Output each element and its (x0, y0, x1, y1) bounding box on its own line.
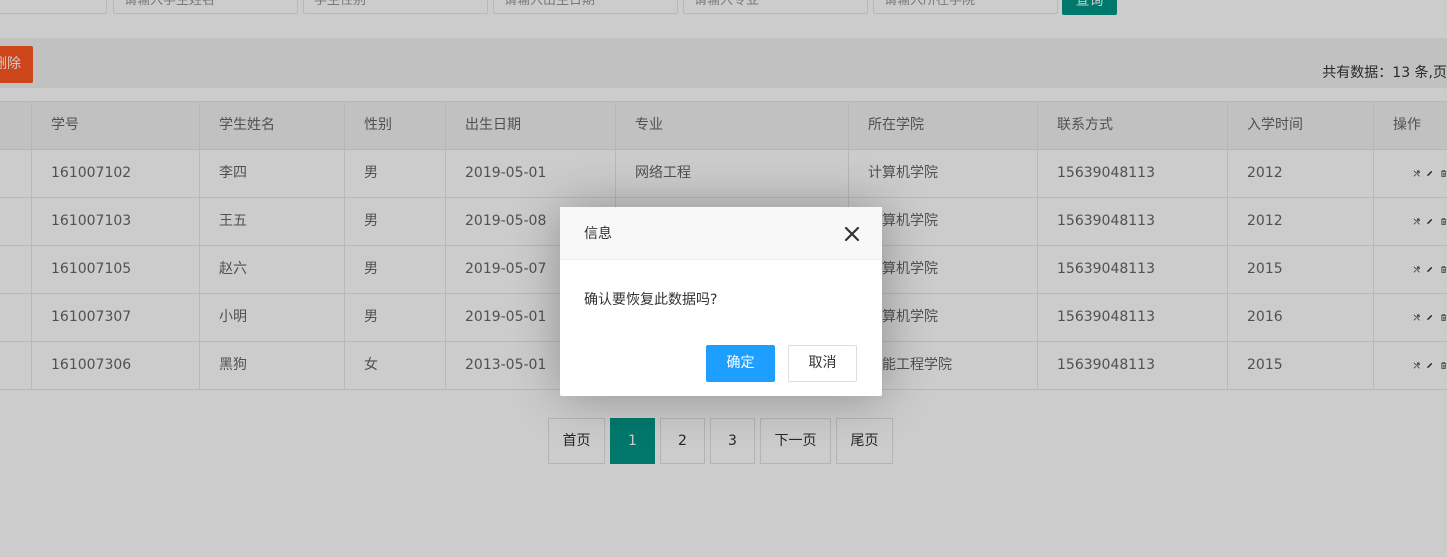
confirm-button[interactable]: 确定 (706, 345, 775, 382)
dialog-message: 确认要恢复此数据吗? (584, 292, 718, 308)
cancel-button[interactable]: 取消 (788, 345, 857, 382)
confirm-dialog: 信息 确认要恢复此数据吗? 确定 取消 (560, 207, 882, 396)
dialog-header: 信息 (560, 207, 882, 260)
dialog-title: 信息 (584, 226, 612, 242)
close-icon[interactable] (843, 225, 861, 243)
